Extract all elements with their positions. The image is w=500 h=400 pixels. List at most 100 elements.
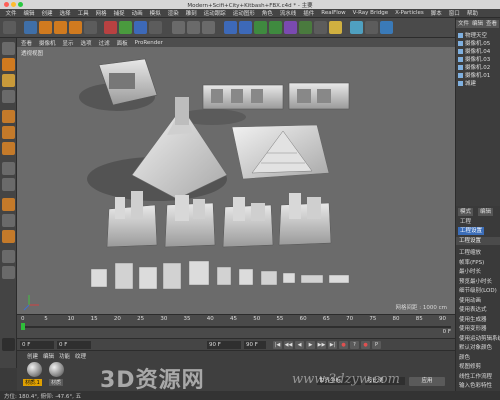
attribute-row[interactable]: 预览最小时长 bbox=[459, 277, 492, 285]
menu-item[interactable]: V-Ray Bridge bbox=[349, 10, 391, 16]
render-picture-viewer-icon[interactable] bbox=[187, 21, 200, 34]
axis-x-icon[interactable] bbox=[104, 21, 117, 34]
menu-item[interactable]: 网格 bbox=[92, 9, 110, 17]
tweak-mode-icon[interactable] bbox=[2, 178, 15, 191]
object-list-item[interactable]: 城建 bbox=[458, 79, 500, 87]
pla-button[interactable]: P bbox=[372, 341, 381, 349]
make-editable-icon[interactable] bbox=[2, 42, 15, 55]
vray-icon[interactable] bbox=[365, 21, 378, 34]
perspective-viewport[interactable]: 透视视图 网格间距: 1000 cm bbox=[17, 47, 455, 314]
menu-item[interactable]: 选择 bbox=[56, 9, 74, 17]
snap-icon[interactable] bbox=[2, 198, 15, 211]
undo-icon[interactable] bbox=[3, 21, 16, 34]
menu-item[interactable]: 流水线 bbox=[276, 9, 300, 17]
bend-deformer-icon[interactable] bbox=[284, 21, 297, 34]
obj-tab-view[interactable]: 查看 bbox=[484, 20, 500, 28]
attr-subtab-project[interactable]: 工程 bbox=[458, 218, 474, 226]
menu-item[interactable]: 工具 bbox=[74, 9, 92, 17]
menu-item[interactable]: 角色 bbox=[258, 9, 276, 17]
attr-subtab-project-settings[interactable]: 工程设置 bbox=[458, 227, 485, 235]
next-frame-button[interactable]: ▶▶ bbox=[317, 341, 326, 349]
planar-workplane-icon[interactable] bbox=[2, 230, 15, 243]
menu-item[interactable]: 捕捉 bbox=[110, 9, 128, 17]
menu-item[interactable]: 运动图形 bbox=[229, 9, 258, 17]
viewport-menu-item[interactable]: 显示 bbox=[63, 39, 74, 47]
end-preview-field[interactable]: 90 F bbox=[244, 341, 266, 349]
move-icon[interactable] bbox=[39, 21, 52, 34]
attr-tab-edit[interactable]: 编辑 bbox=[478, 208, 494, 216]
material-menu-texture[interactable]: 纹理 bbox=[75, 352, 86, 360]
attribute-row[interactable]: 最小时长 bbox=[459, 267, 481, 275]
menu-item[interactable]: 雕刻 bbox=[182, 9, 200, 17]
recent-tool-icon[interactable] bbox=[84, 21, 97, 34]
texture-mode-icon[interactable] bbox=[2, 74, 15, 87]
menu-item[interactable]: 渲染 bbox=[164, 9, 182, 17]
workplane-icon[interactable] bbox=[2, 90, 15, 103]
prev-key-button[interactable]: ◀◀ bbox=[284, 341, 293, 349]
viewport-menu-item[interactable]: 摄像机 bbox=[39, 39, 56, 47]
menu-item[interactable]: 编辑 bbox=[20, 9, 38, 17]
prev-frame-button[interactable]: ◀ bbox=[295, 341, 304, 349]
viewport-menu-item[interactable]: 选项 bbox=[81, 39, 92, 47]
end-frame-field[interactable]: 90 F bbox=[207, 341, 241, 349]
menu-item[interactable]: 脚本 bbox=[427, 9, 445, 17]
xparticles-icon[interactable] bbox=[350, 21, 363, 34]
attribute-row[interactable]: 使用动画 bbox=[459, 296, 481, 304]
attribute-row[interactable]: 帧率(FPS) bbox=[459, 258, 484, 266]
apply-button[interactable]: 应用 bbox=[409, 377, 445, 386]
realflow-icon[interactable] bbox=[380, 21, 393, 34]
material-menu-function[interactable]: 功能 bbox=[59, 352, 70, 360]
menu-item[interactable]: 窗口 bbox=[445, 9, 463, 17]
subdivision-icon[interactable] bbox=[254, 21, 267, 34]
render-settings-icon[interactable] bbox=[202, 21, 215, 34]
material-name-2[interactable]: 材质 bbox=[49, 379, 64, 386]
pen-icon[interactable] bbox=[239, 21, 252, 34]
viewport-menu-item[interactable]: 过滤 bbox=[99, 39, 110, 47]
menu-item[interactable]: 创建 bbox=[38, 9, 56, 17]
go-to-end-button[interactable]: ▶| bbox=[328, 341, 337, 349]
attribute-row[interactable]: 默认对象颜色 bbox=[459, 343, 492, 351]
attribute-row[interactable]: 使用表达式 bbox=[459, 305, 487, 313]
attribute-row[interactable]: 线性工作流程 bbox=[459, 372, 492, 380]
attribute-row[interactable]: 工程缩放 bbox=[459, 248, 481, 256]
live-select-icon[interactable] bbox=[24, 21, 37, 34]
viewport-menu-item[interactable]: ProRender bbox=[135, 40, 163, 46]
auto-key-button[interactable]: ? bbox=[350, 341, 359, 349]
object-list-item[interactable]: 摄像机.04 bbox=[458, 47, 500, 55]
edges-mode-icon[interactable] bbox=[2, 126, 15, 139]
timeline[interactable]: 0 5 10 15 20 25 30 35 40 45 50 55 60 65 70 75 80 85 90 0 F bbox=[17, 314, 455, 338]
attribute-row[interactable]: 使用变形器 bbox=[459, 324, 487, 332]
attribute-row[interactable]: 颜色 bbox=[459, 353, 470, 361]
attribute-row[interactable]: 使用生成器 bbox=[459, 315, 487, 323]
axis-y-icon[interactable] bbox=[119, 21, 132, 34]
playhead[interactable] bbox=[21, 323, 25, 330]
menu-item[interactable]: RealFlow bbox=[318, 10, 349, 16]
solo-icon[interactable] bbox=[2, 250, 15, 263]
lock-workplane-icon[interactable] bbox=[2, 214, 15, 227]
object-list-item[interactable]: 物理天空 bbox=[458, 31, 500, 39]
record-button[interactable]: ● bbox=[339, 341, 348, 349]
material-name-1[interactable]: 材质.1 bbox=[23, 379, 42, 386]
material-menu-create[interactable]: 创建 bbox=[27, 352, 38, 360]
points-mode-icon[interactable] bbox=[2, 110, 15, 123]
rotate-icon[interactable] bbox=[69, 21, 82, 34]
menu-item[interactable]: 文件 bbox=[2, 9, 20, 17]
obj-tab-edit[interactable]: 编辑 bbox=[470, 20, 486, 28]
object-list-item[interactable]: 摄像机.02 bbox=[458, 63, 500, 71]
solo-hierarchy-icon[interactable] bbox=[2, 266, 15, 279]
array-icon[interactable] bbox=[269, 21, 282, 34]
attribute-row[interactable]: 输入色彩特性 bbox=[459, 381, 492, 389]
keyframe-selection-button[interactable]: ● bbox=[361, 341, 370, 349]
camera-icon[interactable] bbox=[314, 21, 327, 34]
render-view-icon[interactable] bbox=[172, 21, 185, 34]
scale-icon[interactable] bbox=[54, 21, 67, 34]
attr-tab-mode[interactable]: 模式 bbox=[458, 208, 474, 216]
menu-item[interactable]: X-Particles bbox=[392, 10, 428, 16]
menu-item[interactable]: 插件 bbox=[300, 9, 318, 17]
cube-icon[interactable] bbox=[224, 21, 237, 34]
object-list-item[interactable]: 摄像机.03 bbox=[458, 55, 500, 63]
menu-item[interactable]: 动画 bbox=[128, 9, 146, 17]
menu-item[interactable]: 模拟 bbox=[146, 9, 164, 17]
timeline-track[interactable] bbox=[21, 326, 451, 328]
menu-item[interactable]: 帮助 bbox=[463, 9, 481, 17]
